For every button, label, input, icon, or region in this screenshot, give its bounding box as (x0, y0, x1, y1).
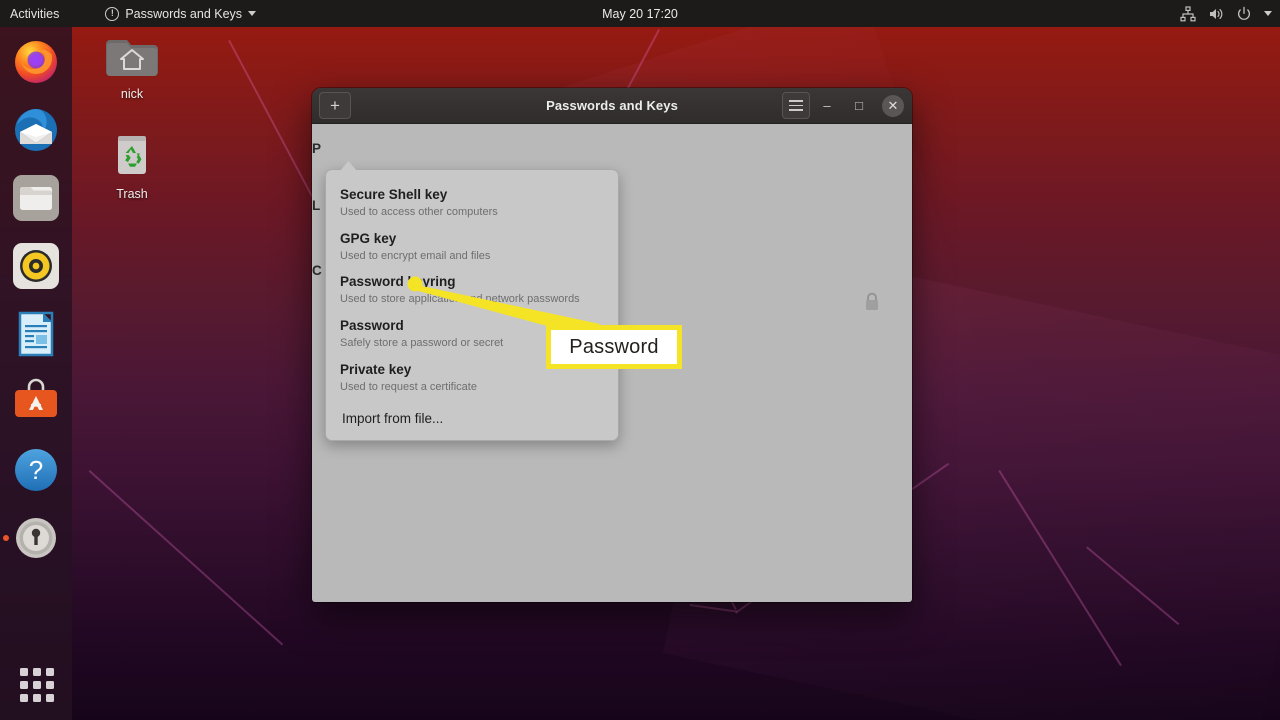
window-titlebar[interactable]: + Passwords and Keys – □ ✕ (312, 88, 912, 124)
menu-item-title: GPG key (340, 230, 397, 246)
desktop-icon-home[interactable]: nick (84, 34, 180, 101)
menu-item-import-from-file[interactable]: Import from file... (326, 401, 618, 430)
libreoffice-writer-icon (18, 311, 54, 357)
sidebar-item-partial[interactable]: L (312, 198, 320, 213)
help-icon: ? (15, 449, 57, 491)
chevron-down-icon (248, 11, 257, 16)
dock-item-rhythmbox[interactable] (12, 242, 60, 290)
passwords-and-keys-icon (16, 518, 56, 558)
thunderbird-icon (15, 109, 57, 151)
volume-icon (1210, 8, 1223, 19)
minimize-button[interactable]: – (812, 91, 842, 121)
system-tray[interactable] (1180, 5, 1272, 22)
popover-arrow (340, 161, 357, 171)
power-icon (1237, 6, 1251, 20)
wallpaper-edge (88, 470, 284, 646)
dock-item-passwords-and-keys[interactable] (12, 514, 60, 562)
grid-dot (46, 694, 54, 702)
dock-item-files[interactable] (12, 174, 60, 222)
add-new-item-button[interactable]: + (319, 92, 351, 119)
dock-item-libreoffice-writer[interactable] (12, 310, 60, 358)
menu-line (789, 109, 803, 111)
new-item-popover: Secure Shell key Used to access other co… (325, 161, 619, 441)
dock-item-ubuntu-software[interactable] (12, 378, 60, 426)
network-icon (1180, 5, 1196, 21)
grid-dot (20, 681, 28, 689)
show-applications-button[interactable] (20, 668, 54, 702)
menu-line (789, 104, 803, 107)
menu-item-subtitle: Used to access other computers (340, 205, 498, 218)
trash-icon (118, 136, 146, 174)
ubuntu-software-icon (15, 378, 57, 417)
grid-dot (33, 694, 41, 702)
window-controls: – □ ✕ (782, 91, 906, 121)
home-folder-icon (106, 40, 158, 76)
info-circle-icon: ! (105, 6, 120, 21)
dock: ? (0, 27, 72, 720)
grid-dot (20, 668, 28, 676)
dock-running-indicator (3, 535, 9, 541)
sidebar-item-partial[interactable]: P (312, 141, 321, 156)
app-menu-label: Passwords and Keys (125, 6, 243, 21)
grid-dot (46, 681, 54, 689)
dock-item-help[interactable]: ? (12, 446, 60, 494)
caret-down-icon[interactable] (1264, 11, 1272, 16)
firefox-icon (15, 41, 57, 83)
rhythmbox-icon (13, 243, 59, 289)
maximize-button[interactable]: □ (844, 91, 874, 121)
menu-item-title: Secure Shell key (340, 187, 448, 202)
desktop-icon-label: Trash (116, 187, 148, 201)
top-bar: Activities ! Passwords and Keys May 20 1… (0, 0, 1280, 27)
menu-item-secure-shell-key[interactable]: Secure Shell key Used to access other co… (326, 182, 618, 226)
grid-dot (46, 668, 54, 676)
keyring-sidebar[interactable]: P L C (312, 124, 322, 602)
menu-item-gpg-key[interactable]: GPG key Used to encrypt email and files (326, 226, 618, 270)
hamburger-menu-button[interactable] (782, 92, 810, 119)
activities-button[interactable]: Activities (0, 0, 71, 27)
close-button[interactable]: ✕ (882, 94, 904, 117)
menu-item-password-keyring[interactable]: Password keyring Used to store applicati… (326, 269, 618, 313)
desktop-icon-label: nick (120, 87, 144, 101)
desktop-icon-trash[interactable]: Trash (84, 132, 180, 201)
dock-item-thunderbird[interactable] (12, 106, 60, 154)
svg-text:?: ? (29, 455, 43, 485)
lock-icon (866, 292, 878, 310)
sidebar-item-partial[interactable]: C (312, 263, 322, 278)
dock-item-firefox[interactable] (12, 38, 60, 86)
annotation-callout-label: Password (569, 335, 659, 358)
menu-item-title: Password keyring (340, 274, 456, 290)
menu-item-subtitle: Used to encrypt email and files (340, 249, 491, 262)
annotation-callout: Password (546, 325, 682, 369)
activities-label: Activities (10, 6, 60, 21)
grid-dot (20, 694, 28, 702)
menu-line (789, 100, 803, 102)
files-icon (13, 175, 59, 221)
menu-item-subtitle: Used to store application and network pa… (340, 293, 580, 306)
grid-dot (33, 668, 41, 676)
grid-dot (33, 681, 41, 689)
app-menu-button[interactable]: ! Passwords and Keys (97, 0, 264, 27)
menu-item-subtitle: Used to request a certificate (340, 380, 477, 393)
